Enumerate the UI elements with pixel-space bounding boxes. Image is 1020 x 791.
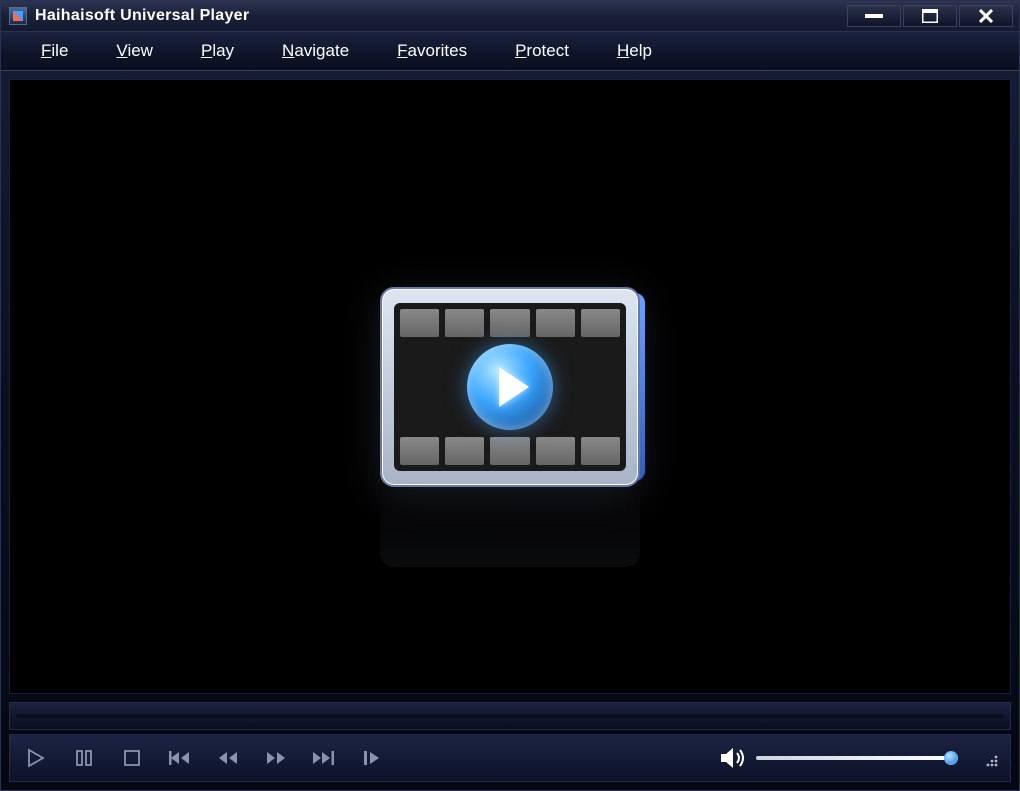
play-icon <box>467 344 553 430</box>
rewind-button[interactable] <box>214 746 242 770</box>
menu-view[interactable]: View <box>116 41 153 61</box>
skip-back-button[interactable] <box>166 746 194 770</box>
seek-bar[interactable] <box>9 702 1011 730</box>
volume-icon[interactable] <box>720 747 746 769</box>
stop-button[interactable] <box>118 746 146 770</box>
resize-grip[interactable] <box>980 749 998 767</box>
window-controls <box>847 5 1013 27</box>
transport-controls <box>9 734 1011 782</box>
menu-favorites[interactable]: Favorites <box>397 41 467 61</box>
app-icon <box>9 7 27 25</box>
play-button[interactable] <box>22 746 50 770</box>
volume-controls <box>720 747 998 769</box>
maximize-button[interactable] <box>903 5 957 27</box>
menu-protect[interactable]: Protect <box>515 41 569 61</box>
menu-play[interactable]: Play <box>201 41 234 61</box>
volume-thumb[interactable] <box>944 751 958 765</box>
window-title: Haihaisoft Universal Player <box>35 7 847 25</box>
volume-slider[interactable] <box>756 755 956 761</box>
app-window: Haihaisoft Universal Player File View Pl… <box>0 0 1020 791</box>
skip-forward-button[interactable] <box>310 746 338 770</box>
menu-help[interactable]: Help <box>617 41 652 61</box>
step-button[interactable] <box>358 746 386 770</box>
minimize-button[interactable] <box>847 5 901 27</box>
player-logo <box>380 287 640 487</box>
menu-navigate[interactable]: Navigate <box>282 41 349 61</box>
menu-file[interactable]: File <box>41 41 68 61</box>
fast-forward-button[interactable] <box>262 746 290 770</box>
pause-button[interactable] <box>70 746 98 770</box>
menubar: File View Play Navigate Favorites Protec… <box>1 31 1019 71</box>
video-area[interactable] <box>9 79 1011 694</box>
close-button[interactable] <box>959 5 1013 27</box>
titlebar[interactable]: Haihaisoft Universal Player <box>1 1 1019 31</box>
